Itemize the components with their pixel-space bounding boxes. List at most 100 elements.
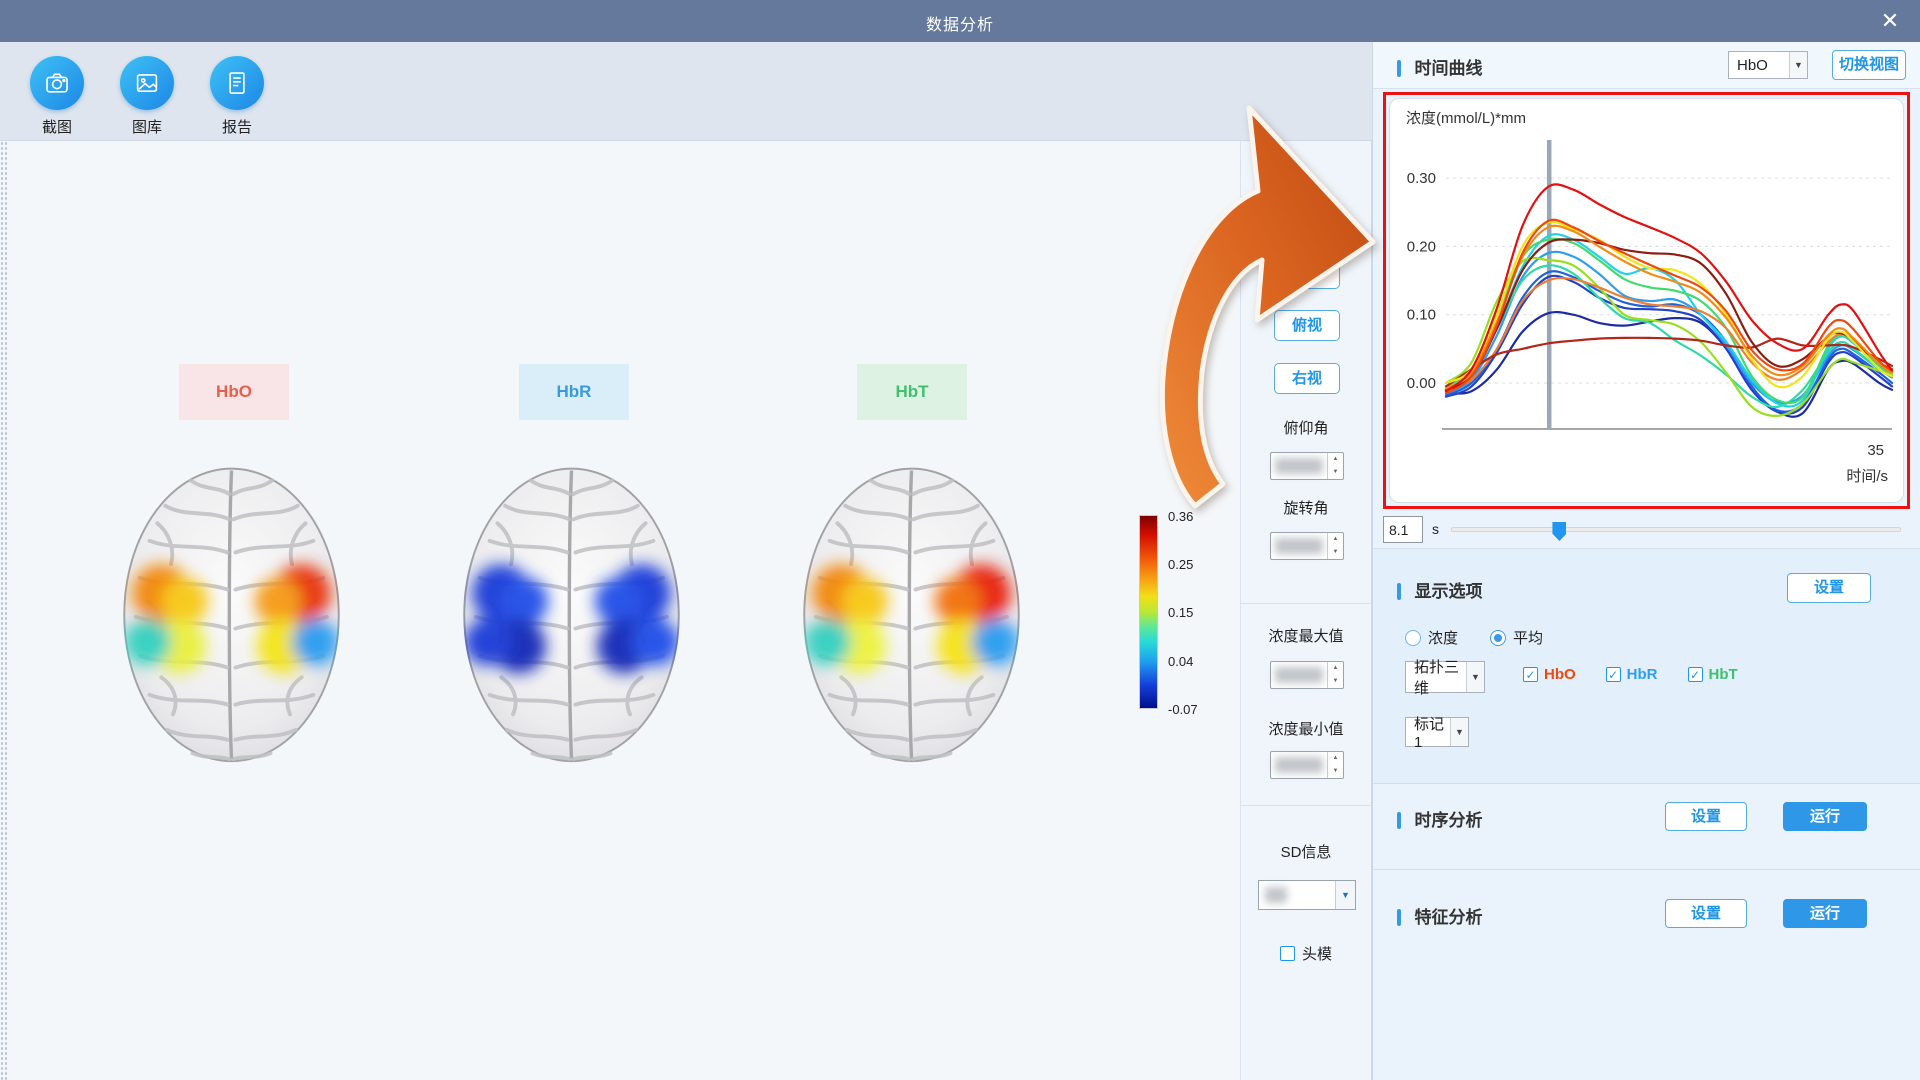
hb-checkbox-group: ✓HbO✓HbR✓HbT	[1523, 666, 1738, 683]
timeseries-analysis-row: 时序分析 设置 运行	[1373, 790, 1920, 850]
checkbox-icon[interactable]: ✓	[1606, 667, 1621, 682]
time-curve-chart[interactable]: 浓度(mmol/L)*mm 0.30 0.20 0.10 0.00 35 时间/s	[1389, 98, 1904, 503]
svg-text:0.30: 0.30	[1407, 170, 1436, 187]
checkbox-HbT[interactable]: ✓ HbT	[1688, 666, 1738, 683]
checkbox-icon[interactable]: ✓	[1523, 667, 1538, 682]
svg-text:0.00: 0.00	[1407, 375, 1436, 392]
highlight-annotation-box: 浓度(mmol/L)*mm 0.30 0.20 0.10 0.00 35 时间/s	[1383, 92, 1910, 509]
blurred-value	[1275, 757, 1323, 773]
conc-max-label: 浓度最大值	[1241, 625, 1371, 646]
radio-浓度[interactable]: 浓度	[1405, 627, 1458, 648]
gallery-button[interactable]: 图库	[102, 56, 192, 137]
hbo-map-label: HbO	[179, 364, 289, 420]
gallery-label: 图库	[102, 116, 192, 137]
display-settings-button[interactable]: 设置	[1787, 573, 1871, 603]
feature-run-button[interactable]: 运行	[1783, 899, 1867, 928]
time-slider-track[interactable]	[1451, 527, 1901, 532]
hb-type-value: HbO	[1729, 57, 1789, 74]
chevron-down-icon[interactable]: ▼	[1789, 52, 1807, 78]
gallery-icon	[120, 56, 174, 110]
topo-mode-select[interactable]: 拓扑三维 ▼	[1405, 661, 1485, 693]
conc-min-label: 浓度最小值	[1241, 718, 1371, 739]
spinner-arrows[interactable]: ▲▼	[1327, 533, 1343, 559]
view-control-column: 后视 前视 俯视 右视 俯仰角 ▲▼ 旋转角 ▲▼ 浓度最大值 ▲▼ 浓度最小值…	[1240, 141, 1372, 1080]
radio-label: 浓度	[1428, 627, 1458, 648]
blurred-value	[1265, 887, 1287, 903]
head-model-label: 头模	[1302, 943, 1332, 964]
chevron-down-icon[interactable]: ▼	[1335, 881, 1355, 909]
view-right-button[interactable]: 右视	[1274, 363, 1340, 394]
time-slider-thumb[interactable]	[1552, 522, 1566, 541]
checkbox-HbR[interactable]: ✓HbR	[1606, 666, 1658, 683]
hbr-map-label: HbR	[519, 364, 629, 420]
divider	[1373, 869, 1920, 870]
spinner-arrows[interactable]: ▲▼	[1327, 662, 1343, 688]
pitch-angle-label: 俯仰角	[1241, 417, 1371, 438]
section-accent-bar	[1397, 812, 1401, 829]
radio-dot[interactable]	[1490, 630, 1506, 646]
chevron-down-icon[interactable]: ▼	[1466, 662, 1484, 692]
colorbar-tick: 0.25	[1168, 557, 1193, 572]
analysis-panel: 时间曲线 HbO ▼ 切换视图 浓度(mmol/L)*mm 0.30 0.20 0.1…	[1372, 42, 1920, 1080]
radio-label: 平均	[1513, 627, 1543, 648]
timeseries-run-button[interactable]: 运行	[1783, 802, 1867, 831]
chevron-down-icon[interactable]: ▼	[1450, 718, 1468, 746]
feature-analysis-row: 特征分析 设置 运行	[1373, 887, 1920, 947]
view-back-button[interactable]: 后视	[1274, 205, 1340, 236]
feature-settings-button[interactable]: 设置	[1665, 899, 1747, 928]
time-curve-plot[interactable]: 浓度(mmol/L)*mm 0.30 0.20 0.10 0.00 35 时间/s	[1390, 99, 1905, 504]
marker-value: 标记1	[1406, 713, 1450, 751]
screenshot-label: 截图	[12, 116, 102, 137]
head-model-checkbox[interactable]	[1280, 946, 1295, 961]
timeseries-title: 时序分析	[1414, 811, 1482, 830]
camera-icon	[30, 56, 84, 110]
checkbox-HbO[interactable]: ✓HbO	[1523, 666, 1576, 683]
report-label: 报告	[192, 116, 282, 137]
colorbar-tick: -0.07	[1168, 702, 1198, 717]
spinner-arrows[interactable]: ▲▼	[1327, 453, 1343, 479]
svg-text:0.10: 0.10	[1407, 307, 1436, 324]
jet-colorbar	[1139, 515, 1158, 709]
head-model-toggle[interactable]: 头模	[1241, 943, 1371, 964]
timeseries-settings-button[interactable]: 设置	[1665, 802, 1747, 831]
hbt-map-label: HbT	[857, 364, 967, 420]
conc-max-input[interactable]: ▲▼	[1270, 661, 1344, 689]
switch-view-button[interactable]: 切换视图	[1832, 50, 1906, 80]
spinner-arrows[interactable]: ▲▼	[1327, 752, 1343, 778]
rotate-angle-input[interactable]: ▲▼	[1270, 532, 1344, 560]
sd-info-select[interactable]: ▼	[1258, 880, 1356, 910]
svg-text:0.20: 0.20	[1407, 238, 1436, 255]
checkbox-label: HbT	[1709, 666, 1738, 683]
marker-select[interactable]: 标记1 ▼	[1405, 717, 1469, 747]
blurred-value	[1275, 667, 1323, 683]
time-input[interactable]	[1383, 516, 1423, 543]
hb-type-select[interactable]: HbO ▼	[1728, 51, 1808, 79]
radio-平均[interactable]: 平均	[1490, 627, 1543, 648]
screenshot-button[interactable]: 截图	[12, 56, 102, 137]
pitch-angle-input[interactable]: ▲▼	[1270, 452, 1344, 480]
brain-canvas-area: HbO HbR HbT	[0, 141, 1240, 1080]
svg-text:浓度(mmol/L)*mm: 浓度(mmol/L)*mm	[1406, 110, 1526, 127]
display-options-section: 显示选项 设置 浓度平均 拓扑三维 ▼ ✓HbO✓HbR✓HbT 标记1 ▼	[1373, 548, 1920, 784]
checkbox-icon[interactable]: ✓	[1688, 667, 1703, 682]
svg-text:时间/s: 时间/s	[1846, 468, 1888, 485]
hbo-brain-view[interactable]	[114, 455, 349, 767]
conc-min-input[interactable]: ▲▼	[1270, 751, 1344, 779]
time-unit-label: s	[1432, 521, 1439, 537]
hbt-brain-view[interactable]	[794, 455, 1029, 767]
report-button[interactable]: 报告	[192, 56, 282, 137]
radio-dot[interactable]	[1405, 630, 1421, 646]
hbr-brain-view[interactable]	[454, 455, 689, 767]
toolbar: 截图 图库 报告	[0, 42, 1372, 141]
report-icon	[210, 56, 264, 110]
data-analysis-window: 数据分析 ✕ 截图 图库 报	[0, 0, 1920, 1080]
view-top-button[interactable]: 俯视	[1274, 310, 1340, 341]
view-front-button[interactable]: 前视	[1274, 258, 1340, 289]
display-options-title: 显示选项	[1414, 582, 1482, 601]
close-icon[interactable]: ✕	[1876, 7, 1904, 35]
time-slider-row: s	[1373, 514, 1920, 548]
svg-text:35: 35	[1867, 442, 1884, 459]
time-curve-title: 时间曲线	[1414, 59, 1482, 78]
title-bar: 数据分析 ✕	[0, 0, 1920, 42]
mode-radio-group: 浓度 平均	[1405, 627, 1543, 648]
